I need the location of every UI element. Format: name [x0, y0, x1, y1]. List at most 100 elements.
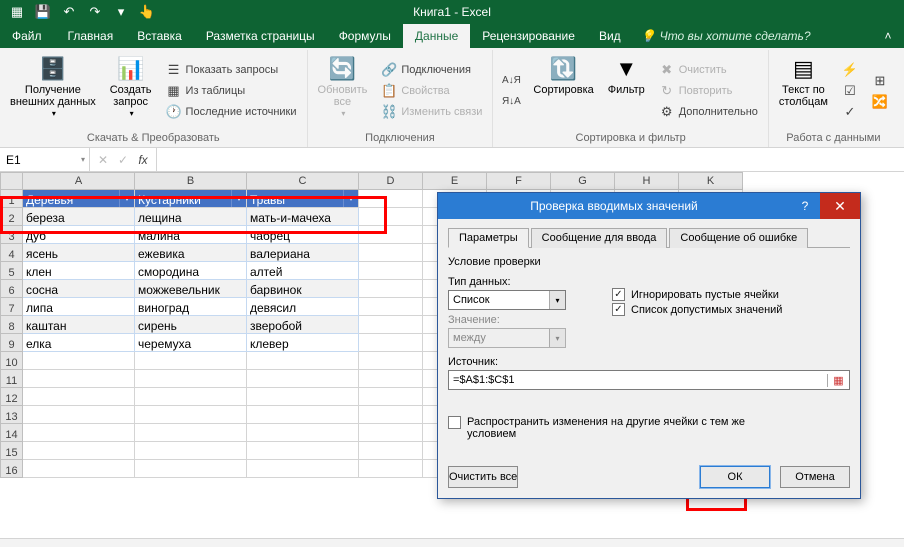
row-header[interactable]: 4 [1, 244, 23, 262]
cell[interactable] [359, 226, 423, 244]
tab-data[interactable]: Данные [403, 24, 470, 48]
show-queries-button[interactable]: ☰Показать запросы [162, 60, 301, 80]
cell[interactable]: клевер [247, 334, 359, 352]
cell[interactable]: лещина [135, 208, 247, 226]
cell[interactable] [247, 406, 359, 424]
tab-file[interactable]: Файл [0, 24, 56, 48]
cell[interactable]: Деревья▾ [23, 190, 135, 208]
cell[interactable]: сирень [135, 316, 247, 334]
cell[interactable]: виноград [135, 298, 247, 316]
cell[interactable]: елка [23, 334, 135, 352]
row-header[interactable]: 9 [1, 334, 23, 352]
cell[interactable]: Травы▾ [247, 190, 359, 208]
properties-button[interactable]: 📋Свойства [377, 81, 486, 101]
cell[interactable] [135, 406, 247, 424]
flash-fill-button[interactable]: ⚡ [838, 60, 862, 80]
relationships-button[interactable]: 🔀 [868, 92, 892, 112]
recent-sources-button[interactable]: 🕐Последние источники [162, 102, 301, 122]
cell[interactable] [23, 442, 135, 460]
tab-layout[interactable]: Разметка страницы [194, 24, 327, 48]
row-header[interactable]: 8 [1, 316, 23, 334]
cell[interactable] [247, 388, 359, 406]
advanced-filter-button[interactable]: ⚙Дополнительно [655, 102, 762, 122]
touch-mode-button[interactable]: 👆 [136, 1, 158, 23]
cell[interactable] [135, 352, 247, 370]
cell[interactable] [359, 244, 423, 262]
cell[interactable] [135, 442, 247, 460]
cell[interactable] [359, 262, 423, 280]
cell[interactable] [359, 460, 423, 478]
help-button[interactable]: ? [790, 199, 820, 213]
row-header[interactable]: 16 [1, 460, 23, 478]
cell[interactable] [359, 424, 423, 442]
cell[interactable] [359, 406, 423, 424]
filter-dropdown-button[interactable]: ▾ [343, 190, 358, 207]
cell[interactable] [135, 424, 247, 442]
row-header[interactable]: 10 [1, 352, 23, 370]
col-header[interactable]: K [679, 173, 743, 190]
row-header[interactable]: 5 [1, 262, 23, 280]
propagate-checkbox[interactable]: ✓ Распространить изменения на другие яче… [448, 416, 850, 440]
cancel-edit-button[interactable]: ✕ [94, 153, 112, 167]
in-cell-dropdown-checkbox[interactable]: ✓Список допустимых значений [612, 303, 850, 316]
get-external-data-button[interactable]: 🗄️ Получение внешних данных ▾ [6, 52, 100, 130]
filter-button[interactable]: ▼ Фильтр [604, 52, 649, 130]
dialog-titlebar[interactable]: Проверка вводимых значений ? ✕ [438, 193, 860, 219]
tab-home[interactable]: Главная [56, 24, 126, 48]
cell[interactable]: можжевельник [135, 280, 247, 298]
cell[interactable]: зверобой [247, 316, 359, 334]
clear-all-button[interactable]: Очистить все [448, 466, 518, 488]
cell[interactable]: Кустарники▾ [135, 190, 247, 208]
new-query-button[interactable]: 📊 Создать запрос ▾ [106, 52, 156, 130]
data-validation-button[interactable]: ✓ [838, 102, 862, 122]
tab-params[interactable]: Параметры [448, 228, 529, 248]
col-header[interactable]: G [551, 173, 615, 190]
cell[interactable] [359, 280, 423, 298]
refresh-all-button[interactable]: 🔄 Обновить все ▾ [314, 52, 372, 130]
filter-dropdown-button[interactable]: ▾ [119, 190, 134, 207]
consolidate-button[interactable]: ⊞ [868, 71, 892, 91]
cell[interactable]: девясил [247, 298, 359, 316]
cell[interactable]: дуб [23, 226, 135, 244]
cell[interactable] [359, 208, 423, 226]
filter-dropdown-button[interactable]: ▾ [231, 190, 246, 207]
col-header[interactable]: E [423, 173, 487, 190]
cell[interactable] [135, 370, 247, 388]
cell[interactable]: ежевика [135, 244, 247, 262]
cell[interactable] [359, 442, 423, 460]
row-header[interactable]: 3 [1, 226, 23, 244]
undo-button[interactable]: ↶ [58, 1, 80, 23]
cell[interactable]: каштан [23, 316, 135, 334]
row-header[interactable]: 15 [1, 442, 23, 460]
save-button[interactable]: 💾 [32, 1, 54, 23]
ok-button[interactable]: ОК [700, 466, 770, 488]
reapply-button[interactable]: ↻Повторить [655, 81, 762, 101]
col-header[interactable]: F [487, 173, 551, 190]
col-header[interactable]: H [615, 173, 679, 190]
text-to-columns-button[interactable]: ▤ Текст по столбцам [775, 52, 832, 130]
col-header[interactable]: A [23, 173, 135, 190]
cell[interactable]: мать-и-мачеха [247, 208, 359, 226]
cell[interactable] [359, 316, 423, 334]
cell[interactable] [23, 424, 135, 442]
formula-input[interactable] [157, 148, 904, 171]
redo-button[interactable]: ↷ [84, 1, 106, 23]
cell[interactable]: черемуха [135, 334, 247, 352]
row-header[interactable]: 13 [1, 406, 23, 424]
row-header[interactable]: 11 [1, 370, 23, 388]
tab-formulas[interactable]: Формулы [327, 24, 403, 48]
connections-button[interactable]: 🔗Подключения [377, 60, 486, 80]
row-header[interactable]: 12 [1, 388, 23, 406]
tell-me[interactable]: 💡 Что вы хотите сделать? [641, 24, 811, 48]
cell[interactable] [359, 334, 423, 352]
cell[interactable]: ясень [23, 244, 135, 262]
cell[interactable]: липа [23, 298, 135, 316]
remove-dup-button[interactable]: ☑ [838, 81, 862, 101]
col-header[interactable]: D [359, 173, 423, 190]
sort-asc-button[interactable]: А↓Я [499, 71, 523, 91]
cell[interactable] [359, 370, 423, 388]
close-button[interactable]: ✕ [820, 193, 860, 219]
cell[interactable]: барвинок [247, 280, 359, 298]
tab-input-message[interactable]: Сообщение для ввода [531, 228, 668, 248]
row-header[interactable]: 1 [1, 190, 23, 208]
